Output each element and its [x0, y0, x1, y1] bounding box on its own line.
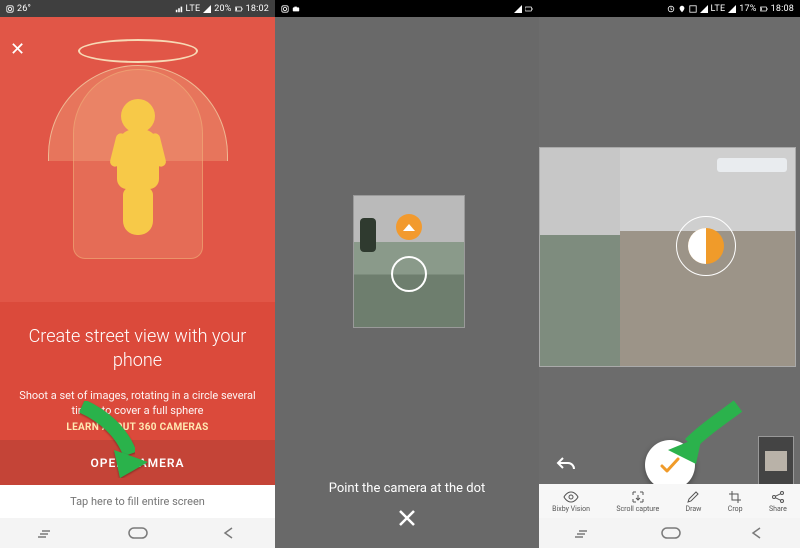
- home-button[interactable]: [661, 527, 681, 539]
- cancel-capture-button[interactable]: [389, 500, 425, 536]
- battery-icon: [760, 5, 768, 13]
- system-navbar: [0, 518, 275, 548]
- nfc-icon: [689, 5, 697, 13]
- aim-ring-icon: [391, 256, 427, 292]
- capture-screen: Point the camera at the dot: [275, 17, 539, 548]
- next-dot-marker-icon: [688, 228, 724, 264]
- tool-label: Scroll capture: [616, 505, 659, 513]
- screenshot-toolbar: Bixby Vision Scroll capture Draw Crop Sh…: [539, 484, 800, 518]
- tool-label: Share: [769, 505, 787, 513]
- clock: 18:02: [246, 4, 269, 14]
- halo-ring: [78, 39, 198, 63]
- undo-button[interactable]: [551, 448, 581, 478]
- ac-unit-object: [717, 158, 787, 172]
- scroll-capture-button[interactable]: Scroll capture: [616, 490, 659, 513]
- onboarding-title: Create street view with your phone: [14, 325, 261, 374]
- battery-percent: 20%: [214, 4, 231, 14]
- network-label: LTE: [186, 4, 201, 14]
- tool-label: Crop: [728, 505, 743, 513]
- draw-button[interactable]: Draw: [686, 490, 702, 513]
- location-icon: [678, 5, 686, 13]
- instagram-icon: [281, 5, 289, 13]
- guidance-arrow-icon: [64, 398, 154, 478]
- capture-prompt: Point the camera at the dot: [275, 481, 539, 496]
- signal-icon: [728, 5, 736, 13]
- scroll-capture-icon: [631, 490, 645, 504]
- bixby-vision-button[interactable]: Bixby Vision: [552, 490, 590, 513]
- share-button[interactable]: Share: [769, 490, 787, 513]
- panel-capture-done: LTE 17% 18:08 Bixby Vision: [539, 0, 800, 548]
- signal-icon: [514, 5, 522, 13]
- signal-icon: [175, 5, 183, 13]
- crop-icon: [728, 490, 742, 504]
- status-bar: [275, 0, 539, 17]
- tool-label: Draw: [686, 505, 702, 513]
- fan-object: [360, 218, 376, 252]
- pencil-icon: [686, 490, 700, 504]
- illustration-area: [0, 17, 275, 302]
- close-icon[interactable]: ✕: [10, 41, 25, 59]
- back-button[interactable]: [222, 526, 238, 540]
- viewfinder: [353, 195, 465, 328]
- pegman-icon: [108, 99, 168, 235]
- network-label: LTE: [711, 4, 726, 14]
- back-button[interactable]: [750, 526, 766, 540]
- recents-button[interactable]: [574, 526, 592, 540]
- tool-label: Bixby Vision: [552, 505, 590, 513]
- panel-streetview-onboarding: 26° LTE 20% 18:02 ✕ Create street view w…: [0, 0, 275, 548]
- room-segment-left: [540, 148, 620, 366]
- eye-icon: [563, 490, 579, 504]
- home-button[interactable]: [128, 527, 148, 539]
- fill-screen-hint[interactable]: Tap here to fill entire screen: [0, 485, 275, 518]
- system-navbar: [539, 518, 800, 548]
- battery-icon: [235, 5, 243, 13]
- recents-button[interactable]: [37, 526, 55, 540]
- temperature: 26°: [17, 4, 31, 14]
- battery-percent: 17%: [739, 4, 756, 14]
- panel-camera-capture: Point the camera at the dot: [275, 0, 539, 548]
- share-icon: [771, 490, 785, 504]
- guidance-arrow-icon: [660, 400, 750, 470]
- status-bar: 26° LTE 20% 18:02: [0, 0, 275, 17]
- camera-icon: [292, 5, 300, 13]
- signal-icon: [700, 5, 708, 13]
- signal-icon: [203, 5, 211, 13]
- clock: 18:08: [771, 4, 794, 14]
- alarm-icon: [667, 5, 675, 13]
- target-dot-icon: [396, 214, 422, 240]
- status-bar: LTE 17% 18:08: [539, 0, 800, 17]
- last-capture-thumbnail[interactable]: [758, 436, 794, 486]
- battery-icon: [525, 5, 533, 13]
- fill-screen-label: Tap here to fill entire screen: [70, 495, 205, 508]
- instagram-icon: [6, 5, 14, 13]
- crop-button[interactable]: Crop: [728, 490, 743, 513]
- panorama-preview: [539, 147, 796, 367]
